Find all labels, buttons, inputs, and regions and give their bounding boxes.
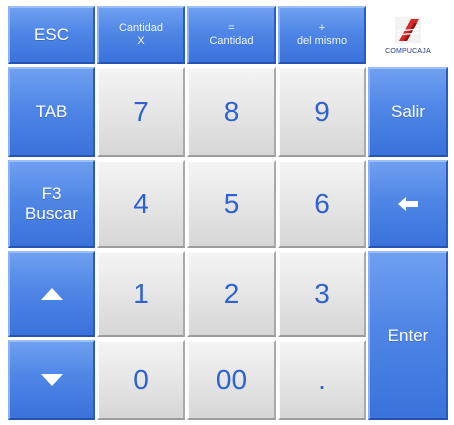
digit-2-button[interactable]: 2 — [187, 251, 276, 337]
esc-button[interactable]: ESC — [8, 6, 95, 64]
arrow-left-icon — [398, 197, 418, 211]
double-zero-label: 00 — [215, 364, 248, 395]
digit-3-button[interactable]: 3 — [278, 251, 366, 337]
digit-0-label: 0 — [133, 364, 149, 395]
igual-cantidad-label-line2: Cantidad — [209, 35, 254, 47]
numeric-keypad: ESC Cantidad X = Cantidad + del mismo CO… — [0, 0, 454, 425]
digit-9-button[interactable]: 9 — [278, 67, 366, 157]
cantidad-x-label-line2: X — [137, 35, 145, 47]
buscar-label: Buscar — [25, 204, 78, 223]
up-arrow-button[interactable] — [8, 251, 95, 337]
tab-button[interactable]: TAB — [8, 67, 95, 157]
cantidad-x-button[interactable]: Cantidad X — [97, 6, 185, 64]
enter-button[interactable]: Enter — [368, 251, 448, 420]
digit-8-button[interactable]: 8 — [187, 67, 276, 157]
salir-label: Salir — [390, 102, 425, 121]
mas-del-mismo-button[interactable]: + del mismo — [278, 6, 366, 64]
digit-3-label: 3 — [314, 278, 330, 309]
igual-cantidad-label-line1: = — [228, 22, 235, 34]
logo-text: COMPUCAJA — [385, 48, 431, 55]
digit-5-label: 5 — [223, 188, 240, 219]
digit-6-label: 6 — [314, 188, 330, 219]
down-arrow-button[interactable] — [8, 340, 95, 420]
digit-4-button[interactable]: 4 — [97, 160, 185, 248]
enter-label: Enter — [387, 325, 429, 345]
cantidad-x-label-line1: Cantidad — [118, 22, 164, 34]
digit-9-label: 9 — [314, 96, 330, 127]
mas-del-mismo-label-line2: del mismo — [296, 35, 348, 47]
mas-del-mismo-label-line1: + — [318, 22, 326, 34]
tab-label: TAB — [35, 102, 68, 121]
backspace-button[interactable] — [368, 160, 448, 248]
digit-2-label: 2 — [223, 278, 240, 309]
digit-1-label: 1 — [133, 278, 149, 309]
digit-8-label: 8 — [223, 96, 240, 127]
esc-label: ESC — [34, 25, 69, 44]
triangle-down-icon — [40, 374, 63, 386]
igual-cantidad-button[interactable]: = Cantidad — [187, 6, 276, 64]
digit-4-label: 4 — [133, 188, 149, 219]
digit-5-button[interactable]: 5 — [187, 160, 276, 248]
triangle-up-icon — [40, 288, 63, 300]
decimal-point-button[interactable]: . — [278, 340, 366, 420]
double-zero-button[interactable]: 00 — [187, 340, 276, 420]
f3-label: F3 — [41, 184, 62, 203]
compucaja-logo-mark — [395, 17, 421, 43]
digit-0-button[interactable]: 0 — [97, 340, 185, 420]
f3-buscar-button[interactable]: F3 Buscar — [8, 160, 95, 248]
digit-7-button[interactable]: 7 — [97, 67, 185, 157]
digit-1-button[interactable]: 1 — [97, 251, 185, 337]
compucaja-logo: COMPUCAJA — [368, 6, 448, 64]
digit-6-button[interactable]: 6 — [278, 160, 366, 248]
salir-button[interactable]: Salir — [368, 67, 448, 157]
digit-7-label: 7 — [133, 96, 149, 127]
decimal-point-label: . — [318, 364, 326, 395]
